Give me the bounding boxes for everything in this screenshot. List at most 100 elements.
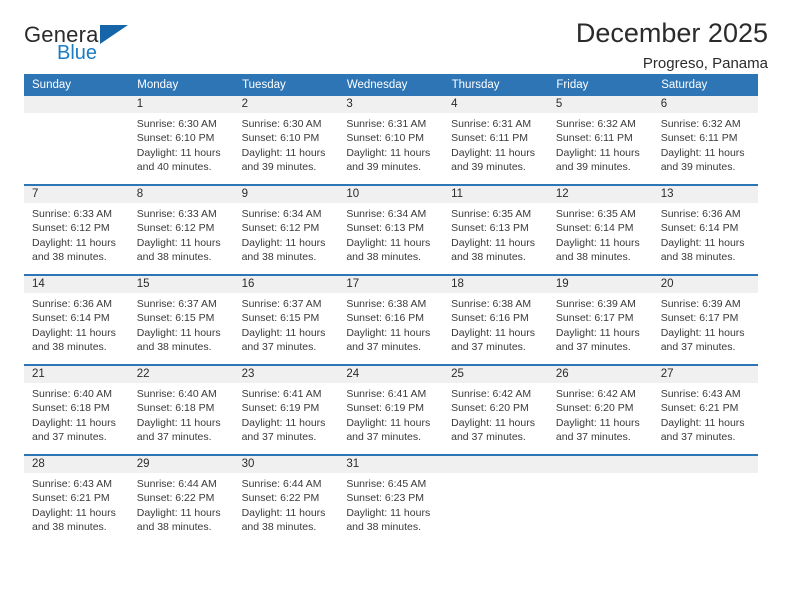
- day-details: Sunrise: 6:36 AM Sunset: 6:14 PM Dayligh…: [653, 203, 758, 265]
- daylight-text-line1: Daylight: 11 hours: [555, 416, 640, 429]
- daylight-text-line2: and 39 minutes.: [555, 161, 631, 174]
- daylight-text-line2: and 37 minutes.: [660, 341, 736, 354]
- week-row: 28 Sunrise: 6:43 AM Sunset: 6:21 PM Dayl…: [24, 454, 758, 544]
- sunset-text: Sunset: 6:18 PM: [32, 402, 110, 415]
- day-cell[interactable]: 20 Sunrise: 6:39 AM Sunset: 6:17 PM Dayl…: [652, 274, 758, 365]
- daylight-text-line2: and 38 minutes.: [136, 521, 212, 534]
- sunrise-text: Sunrise: 6:40 AM: [136, 388, 217, 400]
- day-number: 11: [443, 186, 548, 203]
- day-cell[interactable]: 10 Sunrise: 6:34 AM Sunset: 6:13 PM Dayl…: [338, 184, 444, 275]
- day-cell[interactable]: 3 Sunrise: 6:31 AM Sunset: 6:10 PM Dayli…: [338, 96, 444, 185]
- sunset-text: Sunset: 6:14 PM: [660, 222, 739, 235]
- day-number: 30: [233, 456, 339, 473]
- day-number: 23: [233, 366, 339, 383]
- day-cell[interactable]: 2 Sunrise: 6:30 AM Sunset: 6:10 PM Dayli…: [233, 96, 339, 185]
- day-cell[interactable]: 28 Sunrise: 6:43 AM Sunset: 6:21 PM Dayl…: [24, 454, 129, 544]
- day-cell[interactable]: 6 Sunrise: 6:32 AM Sunset: 6:11 PM Dayli…: [652, 96, 758, 185]
- day-number: 13: [652, 186, 758, 203]
- day-number: 1: [128, 96, 234, 113]
- day-cell[interactable]: 26 Sunrise: 6:42 AM Sunset: 6:20 PM Dayl…: [547, 364, 653, 455]
- daylight-text-line1: Daylight: 11 hours: [346, 416, 431, 429]
- daylight-text-line1: Daylight: 11 hours: [451, 146, 535, 159]
- day-number: 22: [128, 366, 234, 383]
- day-details: Sunrise: 6:43 AM Sunset: 6:21 PM Dayligh…: [653, 383, 758, 445]
- day-details: Sunrise: 6:41 AM Sunset: 6:19 PM Dayligh…: [338, 383, 443, 445]
- sunset-text: Sunset: 6:14 PM: [555, 222, 634, 235]
- day-cell[interactable]: 13 Sunrise: 6:36 AM Sunset: 6:14 PM Dayl…: [652, 184, 758, 275]
- day-number: 7: [24, 186, 129, 203]
- day-cell[interactable]: 22 Sunrise: 6:40 AM Sunset: 6:18 PM Dayl…: [128, 364, 234, 455]
- day-cell[interactable]: 19 Sunrise: 6:39 AM Sunset: 6:17 PM Dayl…: [547, 274, 653, 365]
- day-cell[interactable]: 31 Sunrise: 6:45 AM Sunset: 6:23 PM Dayl…: [338, 454, 444, 544]
- daylight-text-line1: Daylight: 11 hours: [32, 236, 116, 249]
- daylight-text-line2: and 40 minutes.: [136, 161, 212, 174]
- sunrise-text: Sunrise: 6:35 AM: [555, 208, 636, 220]
- sunset-text: Sunset: 6:12 PM: [136, 222, 215, 235]
- week-row: 21 Sunrise: 6:40 AM Sunset: 6:18 PM Dayl…: [24, 364, 758, 455]
- day-cell[interactable]: 25 Sunrise: 6:42 AM Sunset: 6:20 PM Dayl…: [443, 364, 548, 455]
- day-details: Sunrise: 6:37 AM Sunset: 6:15 PM Dayligh…: [129, 293, 234, 355]
- day-details: Sunrise: 6:41 AM Sunset: 6:19 PM Dayligh…: [234, 383, 339, 445]
- sunrise-text: Sunrise: 6:31 AM: [451, 118, 532, 130]
- day-cell[interactable]: [652, 454, 758, 544]
- day-cell[interactable]: 5 Sunrise: 6:32 AM Sunset: 6:11 PM Dayli…: [547, 96, 653, 185]
- day-cell[interactable]: 11 Sunrise: 6:35 AM Sunset: 6:13 PM Dayl…: [443, 184, 548, 275]
- day-cell[interactable]: 16 Sunrise: 6:37 AM Sunset: 6:15 PM Dayl…: [233, 274, 339, 365]
- day-cell[interactable]: 21 Sunrise: 6:40 AM Sunset: 6:18 PM Dayl…: [24, 364, 129, 455]
- sunset-text: Sunset: 6:22 PM: [136, 492, 215, 505]
- daylight-text-line1: Daylight: 11 hours: [136, 236, 221, 249]
- general-blue-logo[interactable]: General Blue: [24, 24, 144, 70]
- day-number: 17: [338, 276, 444, 293]
- page-header: General Blue December 2025 Progreso, Pan…: [24, 0, 768, 74]
- day-details: [24, 113, 129, 117]
- day-cell[interactable]: 15 Sunrise: 6:37 AM Sunset: 6:15 PM Dayl…: [128, 274, 234, 365]
- daylight-text-line2: and 38 minutes.: [555, 251, 631, 264]
- daylight-text-line2: and 38 minutes.: [346, 521, 422, 534]
- day-cell[interactable]: 8 Sunrise: 6:33 AM Sunset: 6:12 PM Dayli…: [128, 184, 234, 275]
- day-cell[interactable]: 17 Sunrise: 6:38 AM Sunset: 6:16 PM Dayl…: [338, 274, 444, 365]
- daylight-text-line2: and 38 minutes.: [32, 251, 107, 264]
- sunrise-text: Sunrise: 6:36 AM: [660, 208, 741, 220]
- day-details: Sunrise: 6:37 AM Sunset: 6:15 PM Dayligh…: [234, 293, 339, 355]
- sunrise-text: Sunrise: 6:42 AM: [555, 388, 636, 400]
- day-cell[interactable]: 7 Sunrise: 6:33 AM Sunset: 6:12 PM Dayli…: [24, 184, 129, 275]
- day-cell[interactable]: [547, 454, 653, 544]
- sunrise-text: Sunrise: 6:35 AM: [451, 208, 532, 220]
- sunset-text: Sunset: 6:16 PM: [451, 312, 529, 325]
- day-cell[interactable]: 29 Sunrise: 6:44 AM Sunset: 6:22 PM Dayl…: [128, 454, 234, 544]
- day-cell[interactable]: 30 Sunrise: 6:44 AM Sunset: 6:22 PM Dayl…: [233, 454, 339, 544]
- logo-word-blue: Blue: [57, 42, 98, 64]
- day-number: 16: [233, 276, 339, 293]
- daylight-text-line2: and 38 minutes.: [241, 521, 317, 534]
- day-number: 27: [652, 366, 758, 383]
- sunrise-text: Sunrise: 6:32 AM: [555, 118, 636, 130]
- day-cell[interactable]: [443, 454, 548, 544]
- day-number: 12: [547, 186, 653, 203]
- daylight-text-line1: Daylight: 11 hours: [346, 506, 431, 519]
- day-cell[interactable]: 9 Sunrise: 6:34 AM Sunset: 6:12 PM Dayli…: [233, 184, 339, 275]
- sunset-text: Sunset: 6:10 PM: [136, 132, 215, 145]
- day-cell[interactable]: 24 Sunrise: 6:41 AM Sunset: 6:19 PM Dayl…: [338, 364, 444, 455]
- daylight-text-line2: and 38 minutes.: [136, 341, 212, 354]
- sunrise-text: Sunrise: 6:44 AM: [136, 478, 217, 490]
- day-details: Sunrise: 6:44 AM Sunset: 6:22 PM Dayligh…: [129, 473, 234, 535]
- day-cell[interactable]: 23 Sunrise: 6:41 AM Sunset: 6:19 PM Dayl…: [233, 364, 339, 455]
- sunrise-text: Sunrise: 6:39 AM: [660, 298, 741, 310]
- day-cell[interactable]: 1 Sunrise: 6:30 AM Sunset: 6:10 PM Dayli…: [128, 96, 234, 185]
- day-details: Sunrise: 6:30 AM Sunset: 6:10 PM Dayligh…: [234, 113, 339, 175]
- day-number: 26: [547, 366, 653, 383]
- day-details: Sunrise: 6:35 AM Sunset: 6:13 PM Dayligh…: [443, 203, 548, 265]
- sunrise-text: Sunrise: 6:38 AM: [451, 298, 532, 310]
- day-cell[interactable]: 12 Sunrise: 6:35 AM Sunset: 6:14 PM Dayl…: [547, 184, 653, 275]
- day-cell[interactable]: 27 Sunrise: 6:43 AM Sunset: 6:21 PM Dayl…: [652, 364, 758, 455]
- day-cell[interactable]: 18 Sunrise: 6:38 AM Sunset: 6:16 PM Dayl…: [443, 274, 548, 365]
- sunrise-text: Sunrise: 6:30 AM: [241, 118, 322, 130]
- day-cell[interactable]: [24, 96, 129, 185]
- day-details: Sunrise: 6:38 AM Sunset: 6:16 PM Dayligh…: [338, 293, 443, 355]
- day-cell[interactable]: 4 Sunrise: 6:31 AM Sunset: 6:11 PM Dayli…: [443, 96, 548, 185]
- day-number: 3: [338, 96, 444, 113]
- day-cell[interactable]: 14 Sunrise: 6:36 AM Sunset: 6:14 PM Dayl…: [24, 274, 129, 365]
- sunset-text: Sunset: 6:18 PM: [136, 402, 215, 415]
- day-details: Sunrise: 6:44 AM Sunset: 6:22 PM Dayligh…: [234, 473, 339, 535]
- day-details: Sunrise: 6:33 AM Sunset: 6:12 PM Dayligh…: [129, 203, 234, 265]
